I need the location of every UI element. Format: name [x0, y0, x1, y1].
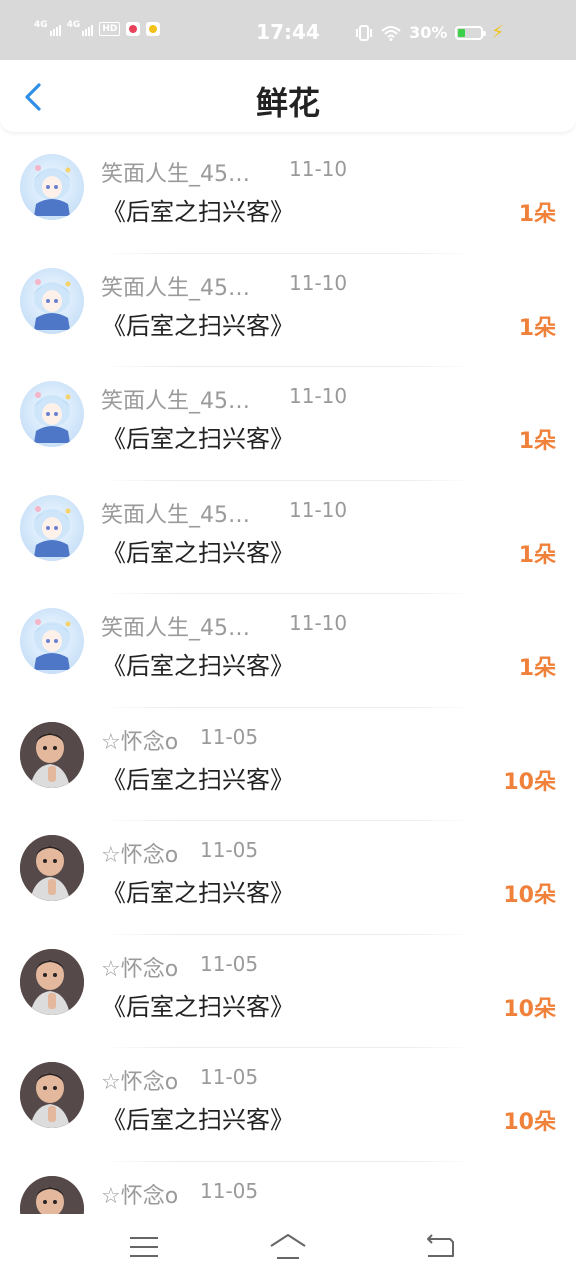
flower-amount: 1朵	[518, 202, 556, 227]
avatar[interactable]	[20, 721, 84, 788]
user-name[interactable]: 笑面人生_45…	[101, 497, 250, 529]
list-item[interactable]: ☆怀念o 11-05 《后室之扫兴客》 10朵	[0, 1048, 576, 1162]
home-icon[interactable]	[268, 1232, 308, 1262]
user-name[interactable]: ☆怀念o	[101, 837, 178, 869]
system-nav-bar	[0, 1214, 576, 1280]
record-date: 11-10	[289, 270, 348, 295]
avatar[interactable]	[20, 494, 84, 561]
list-item[interactable]: 笑面人生_45… 11-10 《后室之扫兴客》 1朵	[0, 481, 576, 594]
user-name[interactable]: ☆怀念o	[101, 951, 178, 983]
user-name[interactable]: 笑面人生_45…	[101, 156, 250, 188]
page-header: 鲜花	[0, 60, 576, 132]
record-date: 11-05	[200, 838, 259, 862]
status-right: 30% ⚡	[355, 22, 504, 43]
list-item[interactable]: 笑面人生_45… 11-10 《后室之扫兴客》 1朵	[0, 254, 576, 367]
wifi-icon	[381, 25, 401, 41]
record-date: 11-05	[200, 951, 259, 976]
page-title: 鲜花	[255, 84, 320, 122]
charging-bolt-icon: ⚡	[491, 22, 504, 43]
book-title[interactable]: 《后室之扫兴客》	[102, 873, 294, 908]
user-name[interactable]: 笑面人生_45…	[101, 610, 250, 642]
flower-amount: 10朵	[503, 1110, 556, 1135]
battery-icon	[455, 25, 487, 40]
record-date: 11-05	[200, 1065, 259, 1089]
list-item[interactable]: ☆怀念o 11-05 《后室之扫兴客》 10朵	[0, 708, 576, 821]
avatar[interactable]	[20, 1175, 84, 1214]
flower-amount: 10朵	[503, 883, 556, 908]
app-root: 4G 4G HD 17:44 30% ⚡ 鲜花 笑面人生_45… 11-10 《后室…	[0, 0, 576, 1280]
avatar[interactable]	[20, 948, 84, 1015]
user-name[interactable]: ☆怀念o	[101, 1064, 178, 1096]
record-date: 11-10	[289, 497, 348, 522]
record-date: 11-10	[289, 611, 348, 635]
book-title[interactable]: 《后室之扫兴客》	[102, 987, 294, 1022]
status-bar: 4G 4G HD 17:44 30% ⚡	[0, 0, 576, 60]
book-title[interactable]: 《后室之扫兴客》	[102, 646, 294, 681]
avatar[interactable]	[20, 608, 84, 674]
flower-amount: 1朵	[518, 542, 556, 568]
record-date: 11-05	[200, 1178, 259, 1203]
list-item[interactable]: 笑面人生_45… 11-10 《后室之扫兴客》 1朵	[0, 140, 576, 254]
book-title[interactable]: 《后室之扫兴客》	[102, 533, 294, 568]
flower-amount: 1朵	[518, 656, 556, 681]
avatar[interactable]	[20, 381, 84, 447]
battery-percent: 30%	[409, 23, 448, 42]
avatar[interactable]	[20, 1062, 84, 1128]
vibrate-icon	[356, 24, 373, 41]
menu-icon[interactable]	[124, 1232, 164, 1262]
avatar[interactable]	[20, 835, 84, 901]
avatar[interactable]	[20, 267, 84, 334]
list-item[interactable]: ☆怀念o 11-05 《后室之扫兴客》 10朵	[0, 821, 576, 935]
list-item[interactable]: ☆怀念o 11-05	[0, 1162, 576, 1214]
list-item[interactable]: ☆怀念o 11-05 《后室之扫兴客》 10朵	[0, 935, 576, 1048]
book-title[interactable]: 《后室之扫兴客》	[102, 192, 294, 227]
flower-amount: 10朵	[503, 769, 556, 795]
user-name[interactable]: 笑面人生_45…	[101, 270, 250, 302]
user-name[interactable]: 笑面人生_45…	[101, 383, 250, 415]
record-date: 11-10	[289, 157, 348, 181]
flower-record-list[interactable]: 笑面人生_45… 11-10 《后室之扫兴客》 1朵 笑面人生_45… 11-10 《后室之…	[0, 140, 576, 1214]
book-title[interactable]: 《后室之扫兴客》	[102, 760, 294, 795]
book-title[interactable]: 《后室之扫兴客》	[102, 306, 294, 341]
flower-amount: 1朵	[518, 315, 556, 341]
record-date: 11-05	[200, 724, 259, 749]
record-date: 11-10	[289, 384, 348, 408]
user-name[interactable]: ☆怀念o	[101, 724, 178, 756]
book-title[interactable]: 《后室之扫兴客》	[102, 1100, 294, 1135]
flower-amount: 10朵	[503, 996, 556, 1022]
list-item[interactable]: 笑面人生_45… 11-10 《后室之扫兴客》 1朵	[0, 367, 576, 481]
back-nav-icon[interactable]	[420, 1232, 460, 1262]
user-name[interactable]: ☆怀念o	[101, 1178, 178, 1210]
book-title[interactable]: 《后室之扫兴客》	[102, 419, 294, 454]
avatar[interactable]	[20, 154, 84, 220]
flower-amount: 1朵	[518, 429, 556, 454]
list-item[interactable]: 笑面人生_45… 11-10 《后室之扫兴客》 1朵	[0, 594, 576, 708]
